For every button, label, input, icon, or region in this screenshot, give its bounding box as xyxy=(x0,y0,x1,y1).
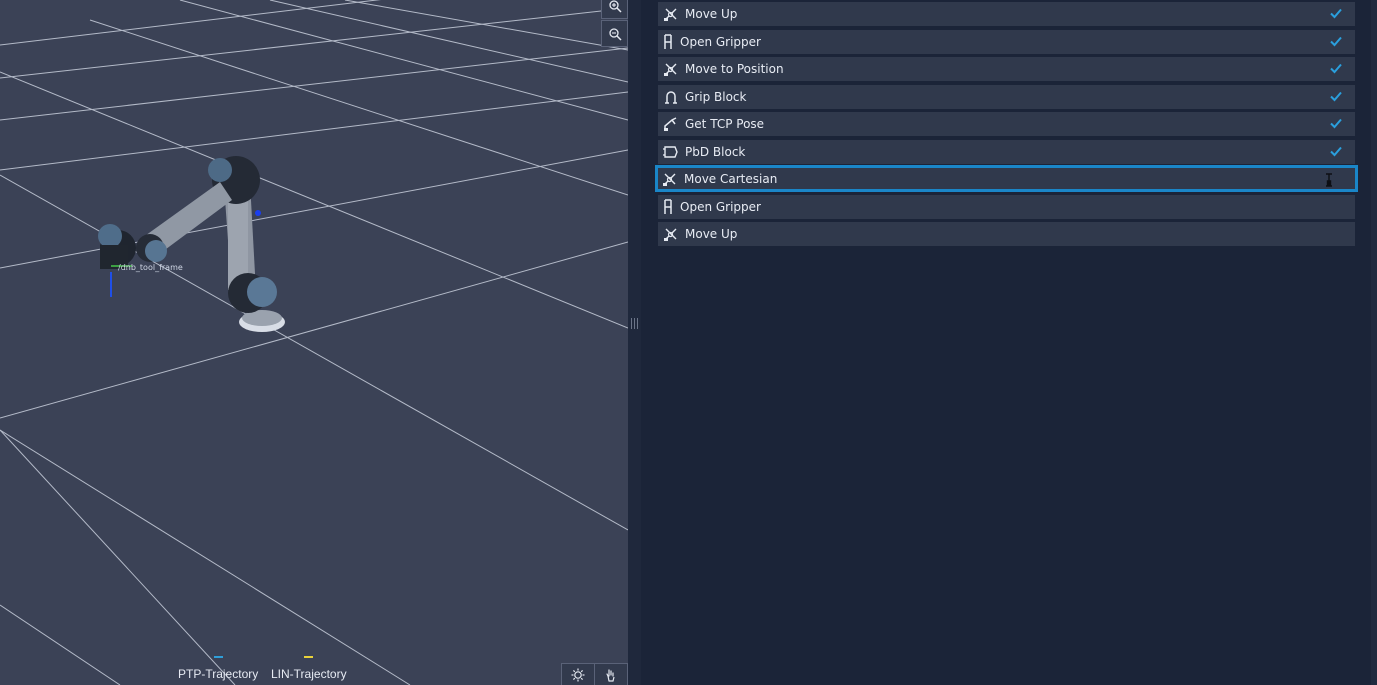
grip-icon xyxy=(663,89,679,105)
check-icon xyxy=(1330,118,1342,129)
program-item-move-to-position[interactable]: Move to Position xyxy=(658,57,1355,81)
program-item-open-gripper[interactable]: Open Gripper xyxy=(658,30,1355,54)
drag-cursor-icon xyxy=(1326,173,1332,187)
move-arm-icon xyxy=(663,226,679,242)
ptp-legend-label: PTP-Trajectory xyxy=(178,667,259,681)
program-item-grip-block[interactable]: Grip Block xyxy=(658,85,1355,109)
lin-legend-swatch xyxy=(304,656,313,658)
program-item-label: Grip Block xyxy=(685,90,747,104)
check-icon xyxy=(1330,8,1342,19)
move-arm-icon xyxy=(662,171,678,187)
program-item-label: Open Gripper xyxy=(680,200,761,214)
check-icon xyxy=(1330,91,1342,102)
move-arm-icon xyxy=(663,6,679,22)
zoom-in-icon xyxy=(608,0,622,13)
tcp-pose-icon xyxy=(663,116,679,132)
splitter-grip-icon xyxy=(631,318,638,329)
program-item-label: Open Gripper xyxy=(680,35,761,49)
gripper-icon xyxy=(663,34,673,50)
program-item-label: Move Up xyxy=(685,227,738,241)
3d-viewport[interactable]: /dnb_tool_frame PTP-Trajectory LIN-Traje… xyxy=(0,0,628,685)
gripper-icon xyxy=(663,199,673,215)
lighting-button[interactable] xyxy=(561,663,595,685)
program-item-move-up[interactable]: Move Up xyxy=(658,2,1355,26)
check-icon xyxy=(1330,63,1342,74)
sun-icon xyxy=(571,668,585,682)
move-arm-icon xyxy=(663,61,679,77)
program-item-move-up-2[interactable]: Move Up xyxy=(658,222,1355,246)
program-item-label: Move to Position xyxy=(685,62,784,76)
pan-button[interactable] xyxy=(594,663,628,685)
check-icon xyxy=(1330,36,1342,47)
right-scroll-edge xyxy=(1371,0,1377,685)
program-item-label: Move Up xyxy=(685,7,738,21)
program-item-label: Get TCP Pose xyxy=(685,117,765,131)
program-item-move-cartesian[interactable]: Move Cartesian xyxy=(655,165,1358,192)
scene-grid xyxy=(0,0,628,685)
panel-splitter[interactable] xyxy=(628,0,641,685)
ptp-legend-swatch xyxy=(214,656,223,658)
check-icon xyxy=(1330,146,1342,157)
tool-frame-label: /dnb_tool_frame xyxy=(118,263,183,272)
program-item-open-gripper-2[interactable]: Open Gripper xyxy=(658,195,1355,219)
zoom-out-button[interactable] xyxy=(601,20,628,47)
program-item-label: Move Cartesian xyxy=(684,171,778,186)
program-item-label: PbD Block xyxy=(685,145,746,159)
zoom-out-icon xyxy=(608,27,622,41)
program-item-pbd-block[interactable]: PbD Block xyxy=(658,140,1355,164)
robot-arm xyxy=(98,156,285,332)
program-item-get-tcp-pose[interactable]: Get TCP Pose xyxy=(658,112,1355,136)
program-panel: Move Up Open Gripper Move to Position Gr… xyxy=(641,0,1371,685)
hand-icon xyxy=(606,669,615,682)
lin-legend-label: LIN-Trajectory xyxy=(271,667,347,681)
zoom-in-button[interactable] xyxy=(601,0,628,19)
pbd-block-icon xyxy=(663,144,679,160)
